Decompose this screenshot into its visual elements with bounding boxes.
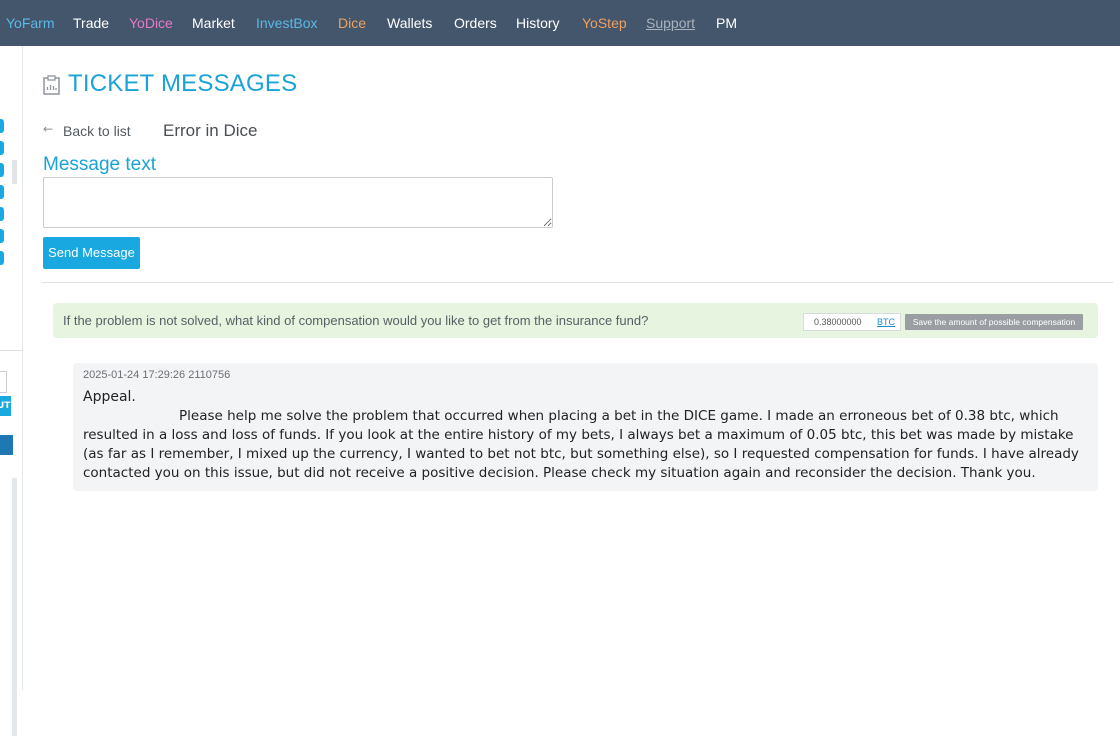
sidebar-dark-button[interactable] [0, 435, 13, 455]
message-body: Please help me solve the problem that oc… [83, 408, 1079, 481]
nav-yofarm[interactable]: YoFarm [6, 14, 55, 32]
left-sidebar: UT [0, 46, 23, 736]
ticket-subject: Error in Dice [163, 121, 258, 140]
compensation-amount-input[interactable]: 0.38000000 BTC [803, 313, 901, 331]
sidebar-tab[interactable] [0, 185, 4, 199]
message-text-label: Message text [43, 154, 156, 175]
sidebar-tab[interactable] [0, 163, 4, 177]
send-message-button[interactable]: Send Message [43, 237, 140, 269]
sidebar-input[interactable] [0, 371, 7, 393]
nav-market[interactable]: Market [192, 14, 235, 32]
back-to-list-link[interactable]: Back to list [63, 123, 131, 139]
message-greeting: Appeal. [83, 389, 136, 405]
sidebar-scrollbar-lower[interactable] [12, 478, 17, 736]
back-arrow-icon[interactable]: ← [43, 122, 53, 136]
message-textarea[interactable] [43, 177, 553, 228]
sidebar-tab[interactable] [0, 251, 4, 265]
top-navigation: YoFarm Trade YoDice Market InvestBox Dic… [0, 0, 1120, 46]
nav-yodice[interactable]: YoDice [129, 14, 173, 32]
nav-pm[interactable]: PM [716, 14, 737, 32]
compensation-banner: If the problem is not solved, what kind … [53, 303, 1098, 338]
compensation-currency-link[interactable]: BTC [877, 317, 895, 327]
message-meta: 2025-01-24 17:29:26 2110756 [83, 369, 231, 381]
sidebar-scrollbar[interactable] [12, 160, 17, 184]
nav-dice[interactable]: Dice [338, 14, 366, 32]
sidebar-tab[interactable] [0, 119, 4, 133]
save-compensation-button[interactable]: Save the amount of possible compensation [905, 314, 1083, 330]
compensation-amount-value: 0.38000000 [814, 317, 862, 327]
nav-trade[interactable]: Trade [73, 14, 109, 32]
sidebar-tab[interactable] [0, 141, 4, 155]
sidebar-tab[interactable] [0, 229, 4, 243]
divider [42, 282, 1113, 283]
nav-wallets[interactable]: Wallets [387, 14, 432, 32]
nav-yostep[interactable]: YoStep [582, 14, 627, 32]
sidebar-tab[interactable] [0, 207, 4, 221]
nav-history[interactable]: History [516, 14, 560, 32]
nav-orders[interactable]: Orders [454, 14, 497, 32]
nav-investbox[interactable]: InvestBox [256, 14, 317, 32]
compensation-question: If the problem is not solved, what kind … [63, 313, 649, 328]
message-card: 2025-01-24 17:29:26 2110756 Appeal. Plea… [73, 363, 1098, 491]
sidebar-out-button[interactable]: UT [0, 396, 11, 416]
ticket-icon [43, 75, 60, 95]
page-title: TICKET MESSAGES [68, 70, 298, 97]
sidebar-divider [0, 350, 22, 351]
sidebar-out-label: UT [0, 401, 11, 411]
nav-support[interactable]: Support [646, 14, 695, 32]
